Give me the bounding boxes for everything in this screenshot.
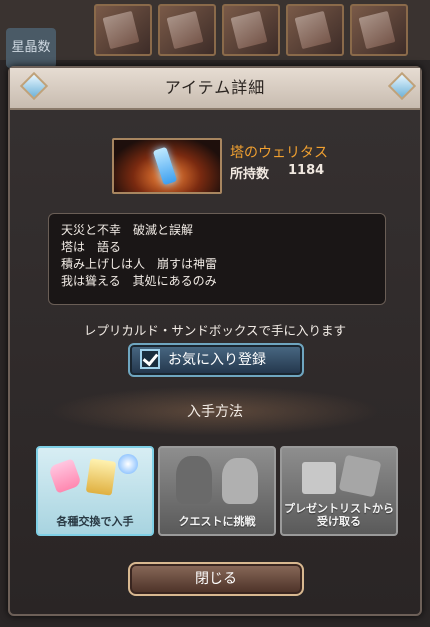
gift-icon [302, 462, 336, 494]
owned-count: 1184 [288, 163, 325, 178]
method-label: プレゼントリストから 受け取る [282, 502, 396, 528]
dialog-header: アイテム詳細 [10, 68, 420, 110]
dialog-title: アイテム詳細 [164, 78, 266, 97]
method-label: クエストに挑戦 [178, 515, 256, 528]
item-image [112, 138, 222, 194]
feather-icon [47, 458, 83, 494]
background-item-strip [0, 0, 430, 60]
orb-icon [118, 454, 138, 474]
favorite-button[interactable]: お気に入り登録 [128, 343, 304, 377]
monster-icon [176, 456, 212, 504]
method-label: 各種交換で入手 [56, 515, 134, 528]
method-exchange-card[interactable]: 各種交換で入手 [36, 446, 154, 536]
favorite-button-label: お気に入り登録 [168, 352, 266, 368]
background-item-thumbnail [158, 4, 216, 56]
background-item-thumbnail [94, 4, 152, 56]
flavor-line: 天災と不幸 破滅と誤解 [61, 223, 194, 237]
close-button[interactable]: 閉じる [128, 562, 304, 596]
ticket-icon [85, 458, 117, 496]
method-present-card[interactable]: プレゼントリストから 受け取る [280, 446, 398, 536]
background-item-thumbnail [222, 4, 280, 56]
checkbox-icon[interactable] [140, 349, 160, 369]
flavor-line: 塔は 語る [61, 240, 122, 254]
hero-icon [222, 458, 258, 504]
flavor-line: 我は聳える 其処にあるのみ [61, 274, 217, 288]
item-name: 塔のウェリタス [230, 145, 328, 161]
method-label-line: プレゼントリストから [284, 502, 394, 515]
background-item-thumbnail [350, 4, 408, 56]
background-crystal-tab: 星晶数 [6, 28, 56, 68]
source-note: レプリカルド・サンドボックスで手に入ります [83, 323, 347, 338]
owned-label: 所持数 [230, 167, 270, 182]
acquire-section-title: 入手方法 [187, 404, 243, 420]
present-box-icon [338, 454, 382, 498]
method-label-line: 受け取る [317, 515, 361, 528]
method-quest-card[interactable]: クエストに挑戦 [158, 446, 276, 536]
flavor-line: 積み上げしは人 崩すは神雷 [61, 257, 218, 271]
flavor-text-box: 天災と不幸 破滅と誤解 塔は 語る 積み上げしは人 崩すは神雷 我は聳える 其処… [48, 213, 386, 305]
item-detail-dialog: アイテム詳細 塔のウェリタス 所持数 1184 天災と不幸 破滅と誤解 塔は 語… [8, 66, 422, 616]
crystal-icon [152, 146, 178, 186]
background-item-thumbnail [286, 4, 344, 56]
